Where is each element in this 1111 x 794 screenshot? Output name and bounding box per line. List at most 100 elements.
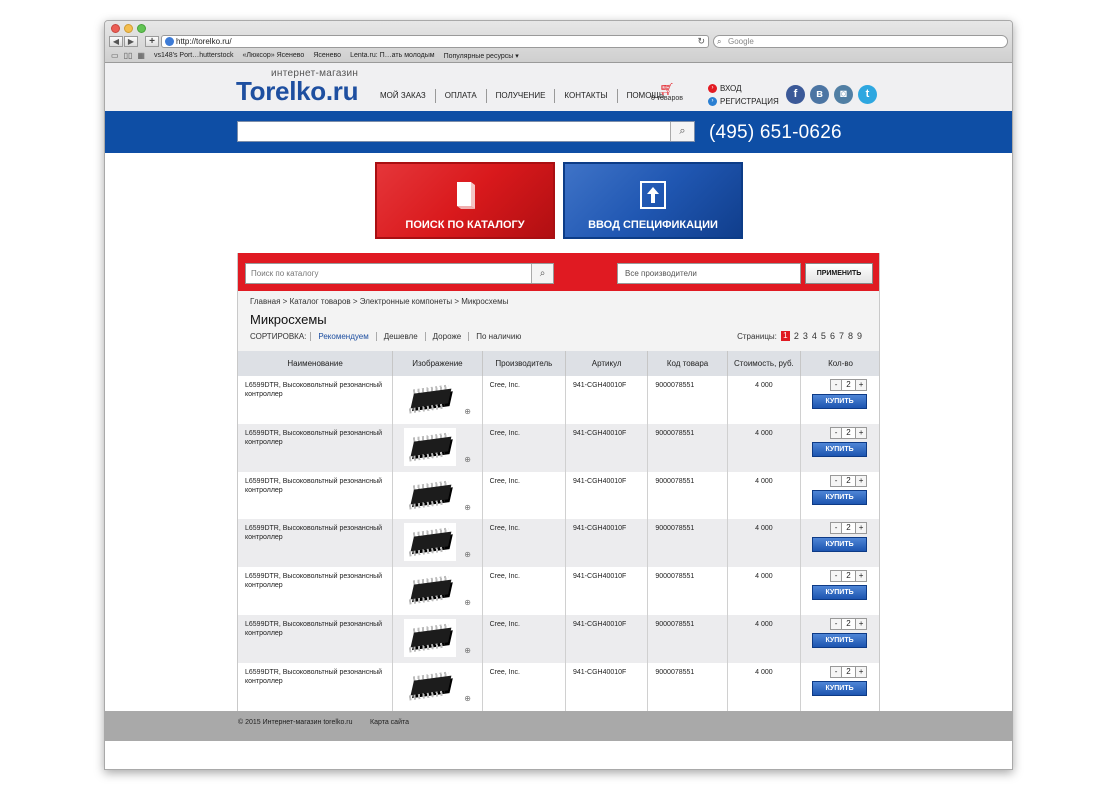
- qty-minus-button[interactable]: -: [831, 380, 842, 390]
- buy-button[interactable]: КУПИТЬ: [812, 394, 868, 409]
- nav-contacts[interactable]: КОНТАКТЫ: [554, 89, 616, 103]
- site-logo[interactable]: интернет-магазин Torelko.ru: [236, 68, 359, 104]
- col-name[interactable]: Наименование: [238, 351, 394, 376]
- product-name[interactable]: L6599DTR, Высоковольтный резонансный кон…: [238, 614, 394, 663]
- table-row[interactable]: L6599DTR, Высоковольтный резонансный кон…: [238, 567, 879, 615]
- zoom-icon[interactable]: ⊕: [464, 550, 471, 559]
- sitemap-link[interactable]: Карта сайта: [370, 719, 409, 726]
- qty-minus-button[interactable]: -: [831, 618, 842, 629]
- zoom-icon[interactable]: ⊕: [464, 694, 471, 703]
- sort-in-stock[interactable]: По наличию: [468, 332, 528, 341]
- zoom-icon[interactable]: ⊕: [464, 407, 471, 416]
- minimize-window-icon[interactable]: [124, 24, 133, 33]
- catalog-search-tile[interactable]: ПОИСК ПО КАТАЛОГУ: [375, 162, 555, 239]
- product-image[interactable]: [404, 427, 457, 466]
- catalog-search-button[interactable]: ⌕: [531, 264, 553, 283]
- page-link[interactable]: 6: [830, 331, 835, 341]
- product-image[interactable]: [404, 475, 457, 514]
- qty-input[interactable]: 2: [841, 571, 857, 582]
- table-row[interactable]: L6599DTR, Высоковольтный резонансный кон…: [238, 662, 879, 711]
- qty-plus-button[interactable]: +: [856, 571, 867, 582]
- qty-input[interactable]: 2: [841, 427, 857, 438]
- qty-minus-button[interactable]: -: [831, 523, 842, 534]
- zoom-icon[interactable]: ⊕: [464, 455, 471, 464]
- site-search-input[interactable]: ⌕: [237, 121, 695, 142]
- buy-button[interactable]: КУПИТЬ: [812, 585, 868, 601]
- manufacturer-select[interactable]: Все производители: [617, 263, 801, 284]
- address-bar[interactable]: http://torelko.ru/ ↻: [161, 35, 709, 48]
- close-window-icon[interactable]: [111, 24, 120, 33]
- buy-button[interactable]: КУПИТЬ: [812, 441, 868, 457]
- page-link[interactable]: 5: [821, 331, 826, 341]
- qty-input[interactable]: 2: [841, 380, 857, 390]
- sidebar-toggle-icon[interactable]: ▭: [111, 51, 119, 60]
- instagram-icon[interactable]: ◙: [834, 85, 853, 104]
- qty-minus-button[interactable]: -: [831, 666, 842, 677]
- col-price[interactable]: Стоимость, руб.: [727, 351, 802, 376]
- site-search-button[interactable]: ⌕: [670, 122, 694, 141]
- page-link[interactable]: 4: [812, 331, 817, 341]
- zoom-icon[interactable]: ⊕: [464, 598, 471, 607]
- buy-button[interactable]: КУПИТЬ: [812, 680, 868, 696]
- qty-minus-button[interactable]: -: [831, 571, 842, 582]
- spec-input-tile[interactable]: ВВОД СПЕЦИФИКАЦИИ: [563, 162, 743, 239]
- twitter-icon[interactable]: t: [858, 85, 877, 104]
- apply-button[interactable]: ПРИМЕНИТЬ: [805, 263, 873, 284]
- nav-my-order[interactable]: МОЙ ЗАКАЗ: [373, 89, 435, 103]
- zoom-window-icon[interactable]: [137, 24, 146, 33]
- qty-plus-button[interactable]: +: [856, 618, 867, 629]
- product-image[interactable]: [404, 666, 457, 705]
- qty-input[interactable]: 2: [841, 666, 857, 677]
- product-name[interactable]: L6599DTR, Высоковольтный резонансный кон…: [238, 662, 394, 711]
- reading-list-icon[interactable]: ▯▯: [124, 51, 133, 60]
- buy-button[interactable]: КУПИТЬ: [812, 632, 868, 648]
- sort-pricier[interactable]: Дороже: [424, 332, 469, 341]
- page-link[interactable]: 3: [803, 331, 808, 341]
- col-article[interactable]: Артикул: [565, 351, 649, 376]
- page-link[interactable]: 8: [848, 331, 853, 341]
- sort-recommended[interactable]: Рекомендуем: [310, 332, 375, 341]
- product-image[interactable]: [404, 380, 457, 418]
- table-row[interactable]: L6599DTR, Высоковольтный резонансный кон…: [238, 519, 879, 568]
- cart-widget[interactable]: 🛒︎ 0 товаров: [650, 83, 684, 102]
- page-current[interactable]: 1: [780, 331, 790, 341]
- breadcrumb[interactable]: Главная > Каталог товаров > Электронные …: [250, 297, 508, 306]
- qty-plus-button[interactable]: +: [856, 523, 867, 534]
- reload-icon[interactable]: ↻: [697, 36, 705, 47]
- vk-icon[interactable]: в: [810, 85, 829, 104]
- nav-delivery[interactable]: ПОЛУЧЕНИЕ: [485, 89, 555, 103]
- back-icon[interactable]: ◀: [109, 36, 123, 47]
- sort-cheaper[interactable]: Дешевле: [375, 332, 425, 341]
- zoom-icon[interactable]: ⊕: [464, 646, 471, 655]
- product-name[interactable]: L6599DTR, Высоковольтный резонансный кон…: [238, 376, 394, 424]
- table-row[interactable]: L6599DTR, Высоковольтный резонансный кон…: [238, 376, 879, 424]
- page-link[interactable]: 2: [794, 331, 799, 341]
- page-link[interactable]: 7: [839, 331, 844, 341]
- facebook-icon[interactable]: f: [786, 85, 805, 104]
- product-image[interactable]: [404, 618, 457, 657]
- qty-input[interactable]: 2: [841, 618, 857, 629]
- buy-button[interactable]: КУПИТЬ: [812, 537, 868, 553]
- page-link[interactable]: 9: [857, 331, 862, 341]
- register-link[interactable]: › РЕГИСТРАЦИЯ: [708, 95, 779, 108]
- catalog-search-input[interactable]: Поиск по каталогу ⌕: [245, 263, 554, 284]
- buy-button[interactable]: КУПИТЬ: [812, 489, 868, 505]
- product-name[interactable]: L6599DTR, Высоковольтный резонансный кон…: [238, 471, 394, 520]
- bookmark-item[interactable]: vs148's Port…hutterstock: [154, 52, 234, 59]
- zoom-icon[interactable]: ⊕: [464, 503, 471, 512]
- qty-input[interactable]: 2: [841, 523, 857, 534]
- forward-icon[interactable]: ▶: [124, 36, 138, 47]
- qty-minus-button[interactable]: -: [831, 475, 842, 486]
- browser-search-field[interactable]: ⌕ Google: [713, 35, 1008, 48]
- product-name[interactable]: L6599DTR, Высоковольтный резонансный кон…: [238, 423, 394, 472]
- bookmark-item[interactable]: Ясенево: [313, 52, 341, 59]
- bookmark-item[interactable]: «Люксор» Ясенево: [242, 52, 304, 59]
- product-name[interactable]: L6599DTR, Высоковольтный резонансный кон…: [238, 567, 394, 615]
- product-image[interactable]: [404, 571, 457, 610]
- bookmark-item[interactable]: Lenta.ru: П…ать молодым: [350, 52, 435, 59]
- qty-plus-button[interactable]: +: [856, 427, 867, 438]
- col-manufacturer[interactable]: Производитель: [482, 351, 567, 376]
- qty-plus-button[interactable]: +: [856, 475, 867, 486]
- qty-plus-button[interactable]: +: [856, 380, 867, 390]
- top-sites-grid-icon[interactable]: ▦: [137, 51, 145, 60]
